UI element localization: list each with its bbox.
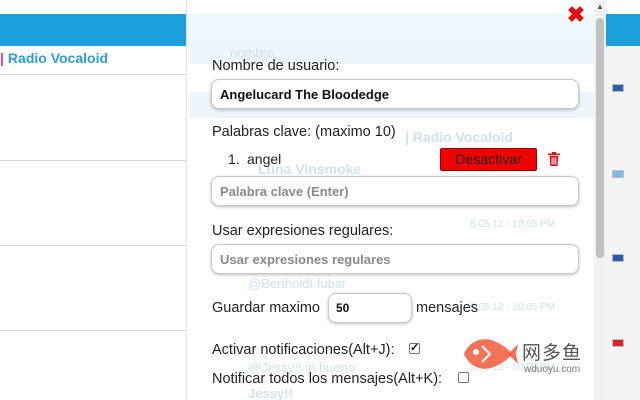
close-icon[interactable]: ✖ <box>566 4 586 26</box>
ghost-time: 8:05 12 - 10:05 PM <box>470 302 556 313</box>
scroll-up-icon[interactable]: ▲ <box>594 0 606 14</box>
watermark-url: wduoyu.com <box>524 364 581 375</box>
regex-label: Usar expresiones regulares: <box>212 223 394 239</box>
watermark-text: 网多鱼 <box>522 342 583 364</box>
save-max-input[interactable] <box>328 293 412 323</box>
trash-icon[interactable] <box>548 152 560 166</box>
popup-scrollbar[interactable]: ▲ <box>594 0 606 400</box>
save-max-label: Guardar maximo <box>212 300 320 316</box>
watermark-fish-logo <box>464 339 518 369</box>
scroll-thumb[interactable] <box>596 18 604 258</box>
ghost-user: Jessy!! <box>248 386 293 400</box>
ghost-time: 8:05 12 - 10:05 PM <box>470 219 556 230</box>
deactivate-button[interactable]: Desactivar <box>440 148 537 171</box>
username-input[interactable] <box>211 79 579 109</box>
ghost-user: @Bertholdt fubar <box>248 276 347 291</box>
background-divider <box>0 74 186 75</box>
background-nav: | Radio Vocaloid <box>0 50 108 66</box>
background-divider <box>0 160 186 161</box>
username-label: Nombre de usuario: <box>212 58 340 74</box>
regex-input[interactable] <box>211 244 579 274</box>
notifications-label: Activar notificaciones(Alt+J): <box>212 342 395 358</box>
keywords-label: Palabras clave: (maximo 10) <box>212 124 396 140</box>
background-divider <box>0 245 186 246</box>
notifications-checkbox[interactable] <box>409 341 420 354</box>
radio-vocaloid-link[interactable]: Radio Vocaloid <box>8 50 108 66</box>
ghost-link: | Radio Vocaloid <box>405 129 513 145</box>
nav-separator: | <box>0 50 4 66</box>
keyword-text: angel <box>247 151 282 167</box>
save-max-suffix: mensajes <box>416 300 479 316</box>
flag-icon <box>612 254 624 262</box>
flag-icon <box>612 339 624 347</box>
notify-all-label: Notificar todos los mensajes(Alt+K): <box>212 371 443 387</box>
background-divider <box>0 330 186 331</box>
keyword-number: 1. <box>228 151 240 167</box>
keyword-input[interactable] <box>211 176 579 206</box>
flag-icon <box>612 170 624 178</box>
flag-icon <box>612 84 624 92</box>
